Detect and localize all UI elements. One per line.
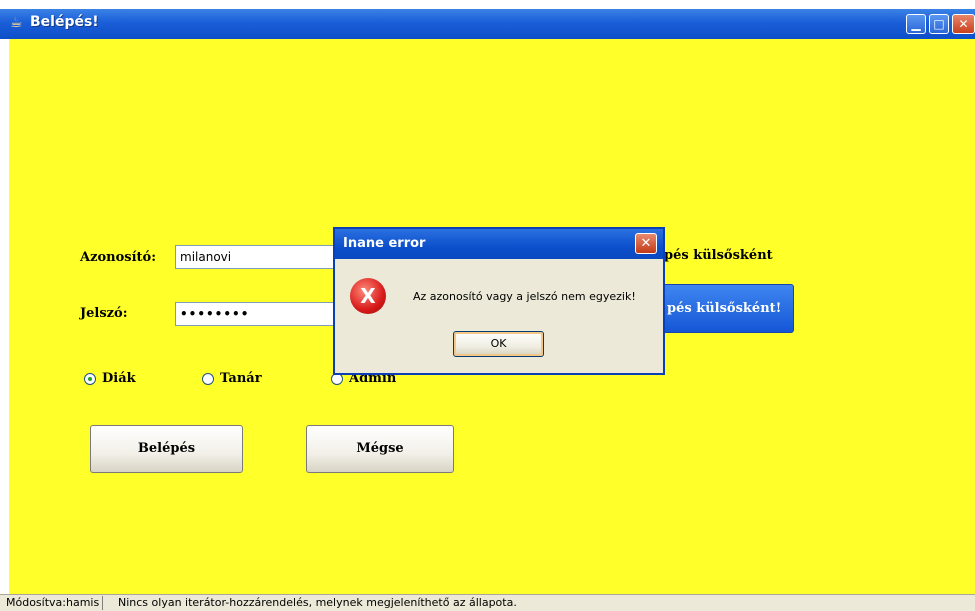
dialog-title: Inane error [343, 236, 426, 251]
radio-diak-label: Diák [102, 371, 136, 386]
username-field[interactable]: milanovi [175, 245, 335, 269]
cancel-button[interactable]: Mégse [306, 425, 454, 473]
window-title: Belépés! [30, 14, 99, 30]
close-button[interactable]: ✕ [952, 14, 975, 34]
external-login-button[interactable]: pés külsősként! [649, 284, 794, 333]
login-window: ☕ Belépés! ▁ □ ✕ Azonosító: milanovi Jel… [0, 0, 975, 611]
radio-tanar[interactable]: Tanár [202, 371, 262, 386]
external-login-button-label: pés külsősként! [667, 301, 782, 316]
maximize-button[interactable]: □ [929, 14, 949, 34]
minimize-button[interactable]: ▁ [906, 14, 926, 34]
username-label: Azonosító: [80, 250, 156, 265]
title-bar[interactable]: ☕ Belépés! ▁ □ ✕ [0, 9, 975, 39]
password-label: Jelszó: [80, 306, 128, 321]
dialog-message: Az azonosító vagy a jelszó nem egyezik! [413, 290, 636, 303]
radio-tanar-label: Tanár [220, 371, 262, 386]
login-button[interactable]: Belépés [90, 425, 243, 473]
ok-button[interactable]: OK [453, 331, 544, 357]
radio-diak[interactable]: Diák [84, 371, 136, 386]
status-bar: Módosítva:hamis Nincs olyan iterátor-hoz… [0, 594, 975, 611]
java-cup-icon: ☕ [10, 15, 23, 31]
external-login-label: pés külsősként [664, 248, 773, 263]
radio-selected-icon [84, 372, 96, 385]
dialog-title-bar[interactable]: Inane error ✕ [335, 229, 663, 259]
dialog-close-button[interactable]: ✕ [635, 233, 657, 254]
error-dialog: Inane error ✕ X Az azonosító vagy a jels… [333, 227, 665, 375]
radio-unselected-icon [202, 372, 214, 385]
error-icon: X [350, 278, 386, 314]
password-field[interactable]: •••••••• [175, 302, 335, 326]
status-modified: Módosítva:hamis [3, 596, 104, 610]
status-message: Nincs olyan iterátor-hozzárendelés, mely… [118, 596, 517, 609]
